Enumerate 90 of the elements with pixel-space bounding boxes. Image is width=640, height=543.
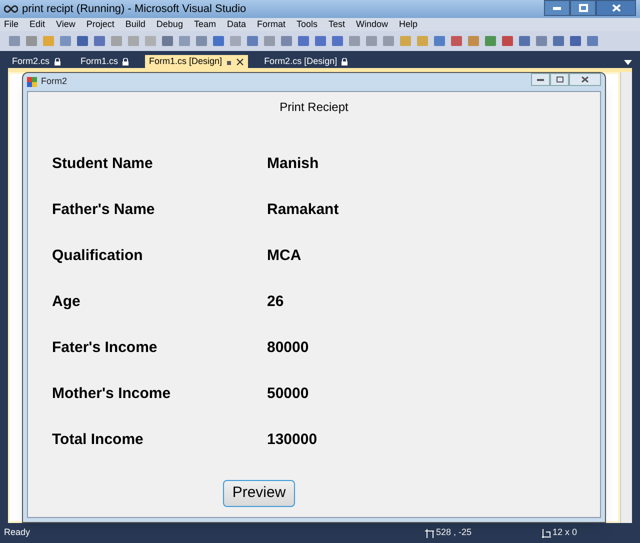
toolbar-icon[interactable] [93,35,106,47]
menu-item[interactable]: Edit [30,20,46,29]
infinity-icon [4,5,18,13]
menu-item[interactable]: Format [256,20,286,29]
close-icon [581,76,589,83]
document-tab[interactable]: Form1.cs [76,55,134,68]
preview-button[interactable]: Preview [223,480,295,507]
menu-item[interactable]: View [56,20,76,29]
size-readout: 12 x 0 [542,526,578,540]
toolbar-icon[interactable] [314,35,327,47]
field-label: Total Income [52,430,144,450]
document-tab[interactable]: Form2.cs [Design] [260,55,352,68]
maximize-button[interactable] [570,0,596,16]
lock-icon [122,58,130,66]
field-label: Fater's Income [52,338,158,358]
document-tab[interactable]: Form1.cs [Design] [145,55,248,68]
toolbar-icon[interactable] [280,35,293,47]
maximize-icon [556,76,564,83]
menu-item[interactable]: Help [399,20,418,29]
toolbar-icon[interactable] [518,35,531,47]
toolbar-icon[interactable] [110,35,123,47]
maximize-icon [578,4,588,12]
toolbar-icon[interactable] [76,35,89,47]
toolbar-icon[interactable] [535,35,548,47]
position-readout: 528 , -25 [425,526,472,540]
dropdown-arrow-icon[interactable] [624,60,632,65]
toolbar-icon[interactable] [161,35,174,47]
menu-item[interactable]: Build [125,20,146,29]
minimize-icon [537,78,544,80]
field-value: MCA [267,246,302,266]
toolbar-icon[interactable] [25,35,38,47]
close-icon [612,4,620,12]
form-heading: Print Reciept [278,99,350,116]
field-value: Manish [267,154,319,174]
toolbar-icon[interactable] [365,35,378,47]
field-label: Age [52,292,82,312]
minimize-button[interactable] [531,73,550,86]
menu-item[interactable]: Tools [296,20,318,29]
toolbar-icon[interactable] [331,35,344,47]
toolbar-icon[interactable] [8,35,21,47]
menu-item[interactable]: Team [194,20,216,29]
toolbar-icon[interactable] [501,35,514,47]
toolbar-icon[interactable] [297,35,310,47]
field-label: Student Name [52,154,154,174]
field-label: Father's Name [52,200,156,220]
field-label: Mother's Income [52,384,172,404]
toolbar-icon[interactable] [569,35,582,47]
menu-item[interactable]: Data [226,20,246,29]
field-value: 130000 [267,430,318,450]
status-text: Ready [4,526,30,540]
field-value: 50000 [267,384,309,404]
toolbar-icon[interactable] [586,35,599,47]
maximize-button[interactable] [550,73,569,86]
toolbar-icon[interactable] [246,35,259,47]
field-label: Qualification [52,246,144,266]
close-button[interactable] [596,0,636,16]
lock-icon [341,58,348,66]
lock-icon [54,58,61,66]
document-tab[interactable]: Form2.cs [8,55,65,68]
toolbar-icon[interactable] [348,35,361,47]
toolbar-icon[interactable] [382,35,395,47]
field-value: Ramakant [267,200,339,220]
toolbar-icon[interactable] [59,35,72,47]
form-title: Form2 [41,75,68,88]
toolbar-icon[interactable] [552,35,565,47]
window-title: print recipt (Running) - Microsoft Visual Studio [22,2,246,17]
field-value: 80000 [267,338,309,358]
toolbar-icon[interactable] [433,35,446,47]
menu-item[interactable]: Test [328,20,346,29]
menu-item[interactable]: Debug [156,20,183,29]
minimize-button[interactable] [544,0,570,16]
toolbar-icon[interactable] [484,35,497,47]
resize-icon [542,528,551,538]
toolbar-icon[interactable] [467,35,480,47]
toolbar-icon[interactable] [178,35,191,47]
close-icon[interactable] [236,58,244,66]
pin-icon [226,58,232,65]
field-value: 26 [267,292,284,312]
minimize-icon [553,6,561,10]
toolbar-icon[interactable] [450,35,463,47]
close-button[interactable] [569,73,601,86]
menu-item[interactable]: Project [86,20,114,29]
menu-item[interactable]: Window [356,20,388,29]
toolbar-icon[interactable] [195,35,208,47]
menu-item[interactable]: File [4,20,19,29]
toolbar-icon[interactable] [212,35,225,47]
form-icon [27,77,37,87]
crosshair-icon [425,528,434,538]
toolbar-icon[interactable] [263,35,276,47]
toolbar-icon[interactable] [127,35,140,47]
